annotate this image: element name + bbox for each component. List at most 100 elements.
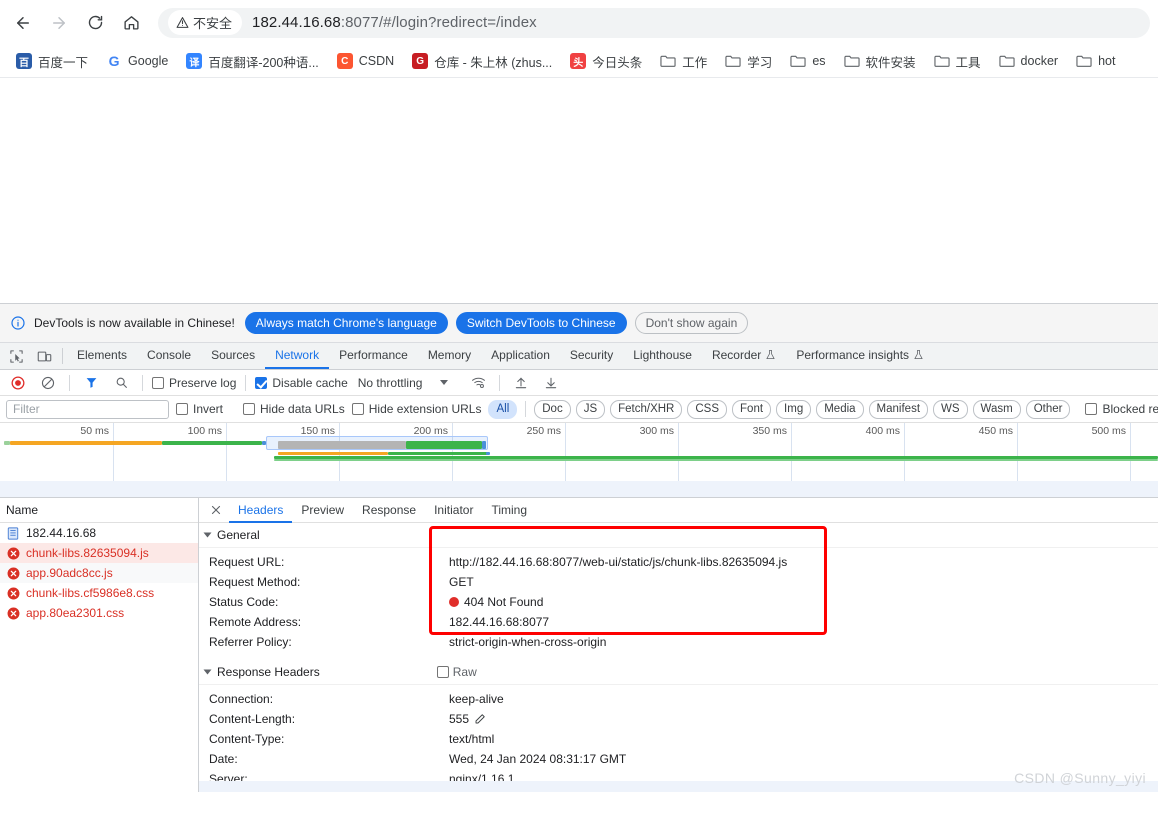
- header-value-text: 182.44.16.68:8077: [449, 615, 550, 629]
- request-row[interactable]: chunk-libs.82635094.js: [0, 543, 198, 563]
- reload-button[interactable]: [80, 8, 110, 38]
- type-filter-css[interactable]: CSS: [687, 399, 728, 419]
- address-bar[interactable]: 不安全 182.44.16.68:8077/#/login?redirect=/…: [158, 7, 1150, 38]
- devtools-tab-recorder[interactable]: Recorder: [702, 343, 786, 369]
- type-filter-media[interactable]: Media: [816, 399, 864, 419]
- back-button[interactable]: [8, 8, 38, 38]
- type-filter-font[interactable]: Font: [732, 399, 772, 419]
- tab-label: Lighthouse: [633, 348, 692, 362]
- network-overview-timeline[interactable]: 50 ms 100 ms 150 ms 200 ms 250 ms 300 ms 350 m…: [0, 423, 1158, 498]
- bookmark-item[interactable]: 工具: [926, 48, 989, 75]
- detail-tab-headers[interactable]: Headers: [229, 498, 293, 523]
- invert-box[interactable]: [176, 403, 188, 415]
- type-filter-doc[interactable]: Doc: [534, 399, 571, 419]
- bookmark-item[interactable]: 软件安装: [836, 48, 924, 75]
- type-filter-wasm[interactable]: Wasm: [972, 399, 1021, 419]
- response-headers-section-header[interactable]: Response Headers Raw: [199, 660, 1158, 685]
- preserve-log-box[interactable]: [152, 376, 164, 389]
- filter-icon[interactable]: [79, 373, 103, 393]
- invert-checkbox[interactable]: Invert: [176, 402, 223, 416]
- hide-data-urls-box[interactable]: [243, 403, 256, 415]
- devtools-tab-performance-insights[interactable]: Performance insights: [786, 343, 934, 369]
- bookmark-item[interactable]: G 仓库 - 朱上林 (zhus...: [404, 48, 560, 75]
- bookmark-item[interactable]: 头今日头条: [562, 48, 650, 75]
- export-har-icon[interactable]: [539, 373, 563, 393]
- search-icon[interactable]: [109, 373, 133, 393]
- bookmark-label: 工具: [955, 55, 981, 70]
- devtools-tab-application[interactable]: Application: [481, 343, 560, 369]
- devtools-tab-memory[interactable]: Memory: [418, 343, 481, 369]
- raw-box[interactable]: [436, 666, 449, 678]
- bookmark-item[interactable]: es: [782, 49, 833, 73]
- type-filter-img[interactable]: Img: [776, 399, 812, 419]
- preserve-log-checkbox[interactable]: Preserve log: [152, 376, 236, 390]
- hide-extension-urls-box[interactable]: [351, 403, 364, 415]
- inspect-element-icon[interactable]: [2, 343, 30, 369]
- overview-bar-document-download: [162, 441, 262, 445]
- request-name: chunk-libs.cf5986e8.css: [26, 586, 155, 600]
- header-row: Connection: keep-alive: [199, 689, 1158, 709]
- type-filter-all[interactable]: All: [488, 399, 518, 419]
- import-har-icon[interactable]: [509, 373, 533, 393]
- device-toolbar-icon[interactable]: [30, 343, 58, 369]
- detail-tab-initiator[interactable]: Initiator: [425, 498, 482, 523]
- hide-extension-urls-checkbox[interactable]: Hide extension URLs: [351, 402, 481, 416]
- request-row[interactable]: app.80ea2301.css: [0, 603, 198, 623]
- overview-tick-label: 450 ms: [978, 425, 1013, 437]
- dont-show-again-button[interactable]: Don't show again: [634, 312, 749, 334]
- bookmark-item[interactable]: 译百度翻译-200种语...: [178, 48, 326, 75]
- type-filter-ws[interactable]: WS: [933, 399, 968, 419]
- type-filter-other[interactable]: Other: [1025, 399, 1071, 419]
- request-row[interactable]: chunk-libs.cf5986e8.css: [0, 583, 198, 603]
- bookmark-item[interactable]: 工作: [652, 48, 715, 75]
- tab-label: Memory: [427, 348, 472, 362]
- devtools-tab-elements[interactable]: Elements: [67, 343, 137, 369]
- switch-to-chinese-button[interactable]: Switch DevTools to Chinese: [455, 312, 627, 334]
- clear-button[interactable]: [36, 373, 60, 393]
- overview-bar-document-wait: [10, 441, 162, 445]
- bookmark-item[interactable]: 百百度一下: [8, 48, 96, 75]
- request-row[interactable]: app.90adc8cc.js: [0, 563, 198, 583]
- blocked-cookies-checkbox[interactable]: Blocked response cooki: [1085, 402, 1158, 416]
- chevron-down-icon[interactable]: [440, 380, 449, 385]
- bookmark-item[interactable]: hot: [1068, 49, 1123, 73]
- request-row[interactable]: 182.44.16.68: [0, 523, 198, 543]
- type-filter-fetch-xhr[interactable]: Fetch/XHR: [610, 399, 683, 419]
- devtools-tab-performance[interactable]: Performance: [329, 343, 418, 369]
- disable-cache-checkbox[interactable]: Disable cache: [255, 375, 348, 390]
- filter-input[interactable]: [6, 399, 169, 419]
- security-indicator[interactable]: 不安全: [168, 10, 243, 35]
- edit-pencil-icon[interactable]: [474, 713, 486, 725]
- devtools-tab-console[interactable]: Console: [137, 343, 201, 369]
- general-section-header[interactable]: General: [199, 523, 1158, 548]
- type-filter-js[interactable]: JS: [575, 399, 606, 419]
- devtools-tab-network[interactable]: Network: [265, 343, 330, 369]
- close-icon[interactable]: [205, 504, 227, 516]
- hide-data-urls-checkbox[interactable]: Hide data URLs: [243, 402, 345, 416]
- record-button[interactable]: [6, 373, 30, 393]
- bookmark-item[interactable]: 学习: [717, 48, 780, 75]
- disable-cache-box[interactable]: [255, 376, 268, 389]
- raw-toggle[interactable]: Raw: [436, 665, 477, 679]
- detail-tab-preview[interactable]: Preview: [292, 498, 353, 523]
- toutiao-icon: 头: [570, 53, 587, 69]
- devtools-tab-lighthouse[interactable]: Lighthouse: [623, 343, 702, 369]
- disable-cache-label: Disable cache: [272, 375, 348, 390]
- bookmark-item[interactable]: C CSDN: [329, 49, 402, 73]
- bookmark-item[interactable]: docker: [991, 49, 1067, 73]
- home-button[interactable]: [116, 8, 146, 38]
- blocked-cookies-box[interactable]: [1085, 403, 1098, 415]
- throttling-select[interactable]: No throttling: [358, 376, 423, 390]
- always-match-language-button[interactable]: Always match Chrome's language: [244, 312, 448, 334]
- devtools-tab-security[interactable]: Security: [560, 343, 623, 369]
- wifi-settings-icon[interactable]: [466, 373, 490, 393]
- devtools-tab-sources[interactable]: Sources: [201, 343, 265, 369]
- detail-tab-timing[interactable]: Timing: [482, 498, 536, 523]
- forward-button[interactable]: [44, 8, 74, 38]
- type-filter-manifest[interactable]: Manifest: [868, 399, 929, 419]
- bookmark-item[interactable]: G Google: [98, 49, 176, 73]
- tab-label: Sources: [211, 348, 256, 362]
- bookmark-label: CSDN: [358, 54, 395, 68]
- request-list-header[interactable]: Name: [0, 498, 198, 523]
- detail-tab-response[interactable]: Response: [353, 498, 425, 523]
